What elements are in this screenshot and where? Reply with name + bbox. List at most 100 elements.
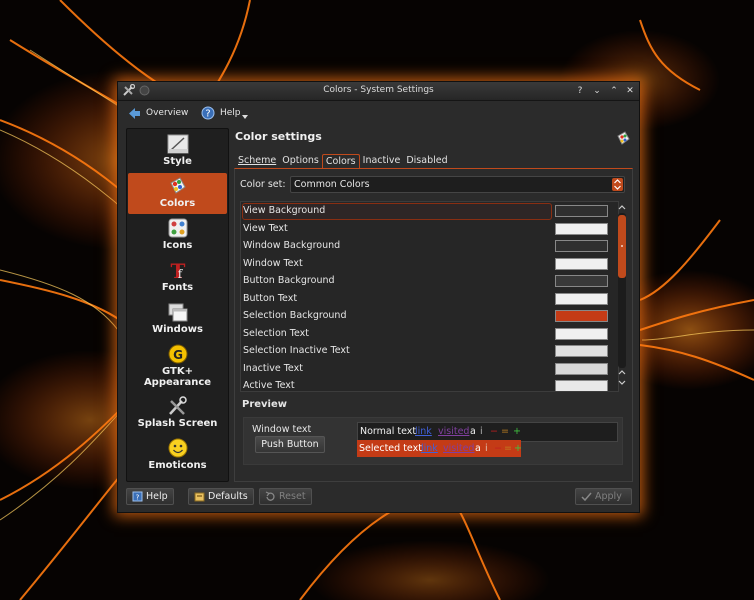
color-role-name: Window Text: [243, 257, 303, 269]
sidebar-item-icons[interactable]: Icons: [128, 215, 227, 256]
fonts-icon: T f: [171, 259, 186, 281]
icons-icon: [168, 218, 188, 238]
overview-label: Overview: [146, 108, 189, 118]
sidebar-item-gtk-appearance[interactable]: G GTK+ Appearance: [128, 341, 227, 389]
preview-selected-link: link: [421, 443, 438, 454]
color-role-name: Window Background: [243, 240, 341, 251]
reset-button[interactable]: Reset: [259, 488, 312, 505]
minimize-button[interactable]: ⌄: [591, 85, 603, 97]
color-swatch-button[interactable]: [555, 327, 608, 340]
windows-icon: [168, 303, 188, 322]
preview-selected-visited: visited: [443, 443, 475, 454]
title-bar[interactable]: Colors - System Settings ? ⌄ ⌃ ✕: [118, 82, 639, 101]
color-role-name: Selection Background: [243, 310, 347, 321]
preview-selected-negative: −: [494, 443, 502, 454]
color-swatch-button[interactable]: [555, 275, 608, 287]
color-swatch-button[interactable]: [555, 257, 608, 270]
color-set-value: Common Colors: [294, 179, 370, 190]
preview-window-text: Window text: [252, 424, 312, 435]
system-settings-window: Colors - System Settings ? ⌄ ⌃ ✕ Overvie…: [117, 81, 640, 513]
color-role-name: View Background: [243, 205, 326, 216]
sidebar-item-windows[interactable]: Windows: [128, 299, 227, 340]
color-swatch-button[interactable]: [555, 222, 608, 235]
color-role-name: Inactive Text: [243, 362, 303, 374]
defaults-button[interactable]: Defaults: [188, 488, 254, 505]
tab-disabled[interactable]: Disabled: [403, 154, 450, 168]
preview-active: a: [470, 426, 476, 437]
color-row-button-background[interactable]: Button Background: [241, 272, 618, 290]
help-context-button[interactable]: ?: [574, 85, 586, 97]
color-row-window-text[interactable]: Window Text: [241, 255, 618, 273]
help-menu-button[interactable]: ? Help: [201, 105, 248, 121]
maximize-button[interactable]: ⌃: [608, 85, 620, 97]
sidebar-item-splash-screen[interactable]: Splash Screen: [128, 393, 227, 434]
sidebar-item-label: Emoticons: [148, 460, 207, 471]
overview-button[interactable]: Overview: [128, 105, 188, 121]
defaults-icon: [194, 492, 205, 502]
reset-button-label: Reset: [279, 491, 306, 502]
sidebar-item-label: Splash Screen: [137, 418, 218, 429]
preview-inactive: i: [480, 426, 483, 437]
emoticons-icon: [168, 438, 188, 458]
colors-icon: [170, 177, 186, 194]
preview-negative: −: [490, 426, 498, 437]
color-role-name: Button Text: [243, 292, 298, 304]
sidebar-item-label: GTK+: [162, 366, 193, 377]
color-row-view-background[interactable]: View Background: [241, 202, 618, 220]
apply-button-label: Apply: [595, 491, 622, 502]
scroll-up-icon: [618, 205, 626, 210]
list-scrollbar[interactable]: [616, 203, 628, 390]
style-icon: [167, 134, 189, 154]
colors-tab-panel: Color set: Common Colors View Background…: [234, 168, 633, 482]
color-swatch-button[interactable]: [555, 380, 608, 391]
reset-icon: [265, 491, 275, 501]
color-set-combobox[interactable]: Common Colors: [290, 176, 625, 193]
preview-push-button[interactable]: Push Button: [255, 436, 325, 453]
help-book-icon: ?: [132, 491, 143, 502]
scroll-down-icon: [618, 380, 626, 385]
sidebar-item-label: Windows: [152, 324, 203, 335]
color-row-window-background[interactable]: Window Background: [241, 237, 618, 255]
preview-heading: Preview: [242, 399, 288, 410]
preview-selected-text: Selected text: [359, 443, 422, 454]
color-roles-list: View Background View Text Window Backgro…: [240, 201, 619, 392]
sidebar-item-style[interactable]: Style: [128, 131, 227, 172]
toolbar: Overview ? Help: [118, 101, 639, 125]
sidebar-item-label: Icons: [162, 240, 193, 251]
color-swatch-button[interactable]: [555, 310, 608, 322]
color-swatch-button[interactable]: [555, 205, 608, 217]
apply-button[interactable]: Apply: [575, 488, 632, 505]
color-swatch-button[interactable]: [555, 292, 608, 305]
tab-label: Colors: [325, 156, 356, 167]
color-row-inactive-text[interactable]: Inactive Text: [241, 360, 618, 378]
color-set-label: Color set:: [240, 179, 286, 190]
color-row-view-text[interactable]: View Text: [241, 220, 618, 238]
tab-label: Scheme: [238, 155, 277, 166]
color-role-name: Selection Inactive Text: [243, 345, 350, 356]
help-button[interactable]: ? Help: [126, 488, 174, 505]
preview-selected-active: a: [475, 443, 481, 454]
tab-colors[interactable]: Colors: [321, 154, 360, 168]
sidebar-item-label-line2: Appearance: [143, 377, 212, 388]
color-swatch-button[interactable]: [555, 240, 608, 252]
sidebar-item-fonts[interactable]: T f Fonts: [128, 257, 227, 298]
tab-options[interactable]: Options: [279, 154, 322, 168]
color-row-selection-inactive-text[interactable]: Selection Inactive Text: [241, 342, 618, 360]
color-row-selection-text[interactable]: Selection Text: [241, 325, 618, 343]
color-swatch-button[interactable]: [555, 362, 608, 375]
close-button[interactable]: ✕: [624, 85, 636, 97]
defaults-button-label: Defaults: [208, 491, 248, 502]
tab-inactive[interactable]: Inactive: [360, 154, 404, 168]
color-swatch-button[interactable]: [555, 345, 608, 357]
tab-label: Inactive: [362, 155, 401, 166]
svg-text:?: ?: [136, 494, 140, 502]
sidebar-item-colors[interactable]: Colors: [128, 173, 227, 214]
color-row-selection-background[interactable]: Selection Background: [241, 307, 618, 325]
color-row-button-text[interactable]: Button Text: [241, 290, 618, 308]
gtk-icon: G: [168, 344, 188, 364]
help-label: Help: [220, 108, 241, 118]
tab-scheme[interactable]: Scheme: [235, 154, 279, 168]
sidebar-item-emoticons[interactable]: Emoticons: [128, 435, 227, 476]
color-row-active-text[interactable]: Active Text: [241, 377, 618, 391]
help-button-label: Help: [146, 491, 168, 502]
